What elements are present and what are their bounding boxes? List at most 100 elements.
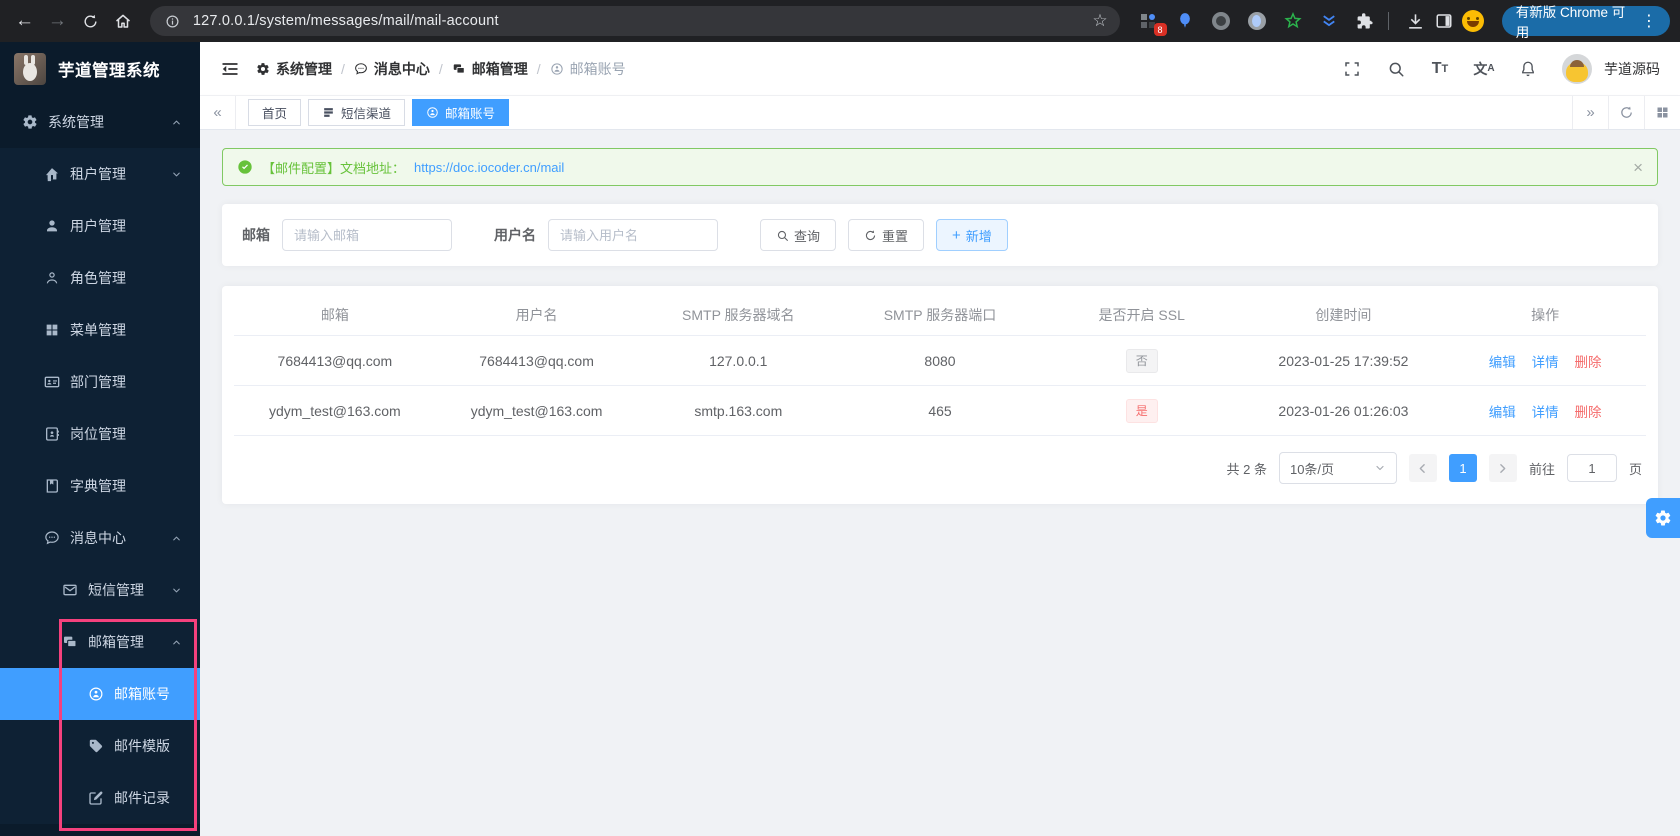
- notification-bell-button[interactable]: [1518, 59, 1538, 79]
- extension-circle2-icon[interactable]: [1246, 10, 1268, 32]
- browser-back-button[interactable]: ←: [8, 5, 41, 37]
- sidebar-item-mail-template[interactable]: 邮件模版: [0, 720, 200, 772]
- extension-balloon-icon[interactable]: [1174, 10, 1196, 32]
- tabs-scroll-right-button[interactable]: »: [1572, 96, 1608, 129]
- delete-link[interactable]: 删除: [1575, 355, 1602, 370]
- sidebar-item-label: 邮件模版: [114, 738, 170, 754]
- breadcrumb-item-system[interactable]: 系统管理: [256, 59, 332, 79]
- extension-circle-icon[interactable]: [1210, 10, 1232, 32]
- sidebar-item-mail[interactable]: 邮箱管理: [0, 616, 200, 668]
- circle-person-icon: [550, 62, 564, 76]
- user-outline-icon: [44, 270, 60, 286]
- sidebar-item-post[interactable]: 岗位管理: [0, 408, 200, 460]
- sidebar-fold-icon[interactable]: [220, 59, 240, 79]
- chat-bubble-icon: [354, 62, 368, 76]
- detail-link[interactable]: 详情: [1532, 405, 1559, 420]
- bookmark-star-icon[interactable]: ☆: [1092, 11, 1107, 31]
- chrome-update-button[interactable]: 有新版 Chrome 可用 ⋮: [1501, 5, 1670, 40]
- side-panel-button[interactable]: [1430, 6, 1459, 36]
- sidebar-item-user[interactable]: 用户管理: [0, 200, 200, 252]
- sidebar-item-label: 部门管理: [70, 374, 126, 390]
- delete-link[interactable]: 删除: [1575, 405, 1602, 420]
- extension-chevrons-icon[interactable]: [1318, 10, 1340, 32]
- ssl-status-badge: 是: [1125, 398, 1158, 423]
- prev-page-button[interactable]: [1408, 454, 1437, 482]
- breadcrumb-separator: /: [438, 60, 443, 77]
- sidebar-item-mail-account[interactable]: 邮箱账号: [0, 668, 200, 720]
- doc-link[interactable]: https://doc.iocoder.cn/mail: [414, 160, 564, 175]
- profile-avatar-button[interactable]: [1459, 6, 1488, 36]
- chevron-up-icon: [171, 533, 182, 544]
- sidebar-item-tenant[interactable]: 租户管理: [0, 148, 200, 200]
- chat-bubble-icon: [44, 530, 60, 546]
- tab-mail-account[interactable]: 邮箱账号: [412, 99, 510, 126]
- search-submit-button[interactable]: 查询: [760, 219, 837, 251]
- search-button[interactable]: [1386, 59, 1406, 79]
- sidebar-item-label: 菜单管理: [70, 322, 126, 338]
- edit-link[interactable]: 编辑: [1489, 355, 1516, 370]
- emoji-avatar-icon: [1462, 10, 1485, 32]
- sidebar-item-label: 短信管理: [88, 582, 144, 598]
- sidebar-item-message-center[interactable]: 消息中心: [0, 512, 200, 564]
- downloads-button[interactable]: [1401, 6, 1430, 36]
- sidebar-item-dict[interactable]: 字典管理: [0, 460, 200, 512]
- tab-home[interactable]: 首页: [248, 99, 302, 126]
- alert-message: 【邮件配置】文档地址：: [262, 160, 406, 176]
- user-name[interactable]: 芋道源码: [1604, 59, 1660, 79]
- language-button[interactable]: 文A: [1473, 59, 1494, 79]
- theme-settings-button[interactable]: [1646, 498, 1680, 538]
- browser-forward-button[interactable]: →: [41, 5, 74, 37]
- breadcrumb-item-mail[interactable]: 邮箱管理: [452, 59, 528, 79]
- url-text[interactable]: 127.0.0.1/system/messages/mail/mail-acco…: [193, 13, 499, 29]
- sidebar-item-label: 角色管理: [70, 270, 126, 286]
- user-avatar[interactable]: [1562, 53, 1592, 84]
- toolbar-divider: [1387, 12, 1389, 30]
- extension-grid-icon[interactable]: 8: [1138, 10, 1167, 36]
- browser-reload-button[interactable]: [74, 5, 107, 37]
- mail-filter-label: 邮箱: [242, 227, 270, 243]
- sidebar-item-dept[interactable]: 部门管理: [0, 356, 200, 408]
- app-logo[interactable]: 芋道管理系统: [0, 42, 200, 96]
- extensions-puzzle-icon[interactable]: [1354, 10, 1376, 32]
- browser-menu-icon[interactable]: ⋮: [1634, 11, 1664, 31]
- sidebar-item-system[interactable]: 系统管理: [0, 96, 200, 148]
- tabs-scroll-left-button[interactable]: «: [200, 96, 236, 129]
- sidebar-item-menu[interactable]: 菜单管理: [0, 304, 200, 356]
- column-header: 用户名: [515, 306, 558, 323]
- fullscreen-button[interactable]: [1342, 59, 1362, 79]
- browser-home-button[interactable]: [107, 5, 140, 37]
- sidebar-item-label: 邮件记录: [114, 790, 170, 806]
- tabs-layout-button[interactable]: [1644, 96, 1680, 129]
- alert-close-icon[interactable]: ×: [1633, 159, 1643, 176]
- extension-star-icon[interactable]: [1282, 10, 1304, 32]
- add-button[interactable]: + 新增: [936, 219, 1008, 251]
- breadcrumb-item-message-center[interactable]: 消息中心: [354, 59, 430, 79]
- font-size-button[interactable]: TT: [1430, 59, 1450, 79]
- refresh-icon: [864, 229, 877, 242]
- tab-sms-channel[interactable]: 短信渠道: [308, 99, 406, 126]
- sidebar-item-sms[interactable]: 短信管理: [0, 564, 200, 616]
- mail-filter-input[interactable]: [282, 219, 452, 251]
- breadcrumb-separator: /: [536, 60, 541, 77]
- column-header: 是否开启 SSL: [1098, 306, 1185, 323]
- table-header-row: 邮箱 用户名 SMTP 服务器域名 SMTP 服务器端口 是否开启 SSL 创建…: [234, 294, 1646, 336]
- next-page-button[interactable]: [1488, 454, 1517, 482]
- goto-page-input[interactable]: [1566, 454, 1617, 482]
- sidebar: 芋道管理系统 系统管理 租户管理 用户管理 角色管理 菜单管理 部门管理 岗位管…: [0, 42, 200, 836]
- page-number-button[interactable]: 1: [1448, 454, 1477, 482]
- id-card-icon: [44, 374, 60, 390]
- username-filter-input[interactable]: [548, 219, 718, 251]
- page-size-select[interactable]: 10条/页: [1278, 452, 1397, 484]
- site-info-icon[interactable]: [162, 10, 184, 32]
- detail-link[interactable]: 详情: [1532, 355, 1559, 370]
- sidebar-item-role[interactable]: 角色管理: [0, 252, 200, 304]
- tabs-refresh-button[interactable]: [1608, 96, 1644, 129]
- sidebar-item-label: 租户管理: [70, 166, 126, 182]
- column-header: 创建时间: [1315, 306, 1372, 323]
- mail-account-table: 邮箱 用户名 SMTP 服务器域名 SMTP 服务器端口 是否开启 SSL 创建…: [222, 286, 1658, 504]
- browser-toolbar: ← → 127.0.0.1/system/messages/mail/mail-…: [0, 0, 1680, 42]
- address-bar[interactable]: 127.0.0.1/system/messages/mail/mail-acco…: [149, 6, 1120, 36]
- edit-link[interactable]: 编辑: [1489, 405, 1516, 420]
- sidebar-item-mail-log[interactable]: 邮件记录: [0, 772, 200, 824]
- reset-button[interactable]: 重置: [848, 219, 925, 251]
